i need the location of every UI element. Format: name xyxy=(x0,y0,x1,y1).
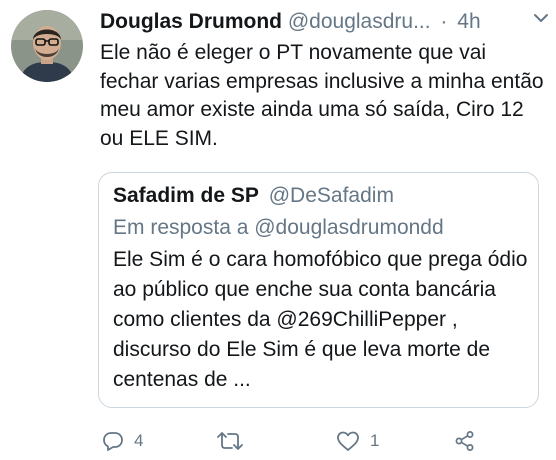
share-icon xyxy=(455,431,474,451)
reply-icon xyxy=(103,432,123,451)
quoted-author-name: Safadim de SP xyxy=(113,184,259,207)
author-name[interactable]: Douglas Drumond xyxy=(100,10,282,33)
tweet-text: Ele não é eleger o PT novamente que vai … xyxy=(100,41,544,150)
avatar-image xyxy=(11,10,83,82)
quoted-tweet[interactable]: Safadim de SP @DeSafadim Em resposta a @… xyxy=(98,172,539,408)
separator: · xyxy=(440,10,448,33)
share-button[interactable] xyxy=(454,427,476,455)
retweet-icon xyxy=(217,432,243,450)
retweet-button[interactable] xyxy=(216,427,254,455)
reply-button[interactable]: 4 xyxy=(102,427,143,455)
quoted-author-handle: @DeSafadim xyxy=(268,184,394,207)
author-handle[interactable]: @douglasdru... xyxy=(288,10,431,33)
quoted-reply-context: Em resposta a @douglasdrumondd xyxy=(113,216,444,239)
tweet-header: Douglas Drumond @douglasdru... · 4h xyxy=(100,7,548,37)
chevron-down-icon[interactable] xyxy=(530,7,552,29)
reply-count: 4 xyxy=(134,431,144,450)
like-count: 1 xyxy=(370,431,380,450)
quoted-tweet-header: Safadim de SP @DeSafadim xyxy=(113,181,528,211)
timestamp[interactable]: 4h xyxy=(457,10,480,33)
heart-icon xyxy=(337,431,359,451)
like-button[interactable]: 1 xyxy=(336,427,379,455)
avatar[interactable] xyxy=(11,10,83,82)
quoted-tweet-text: Ele Sim é o cara homofóbico que prega ód… xyxy=(113,248,528,391)
